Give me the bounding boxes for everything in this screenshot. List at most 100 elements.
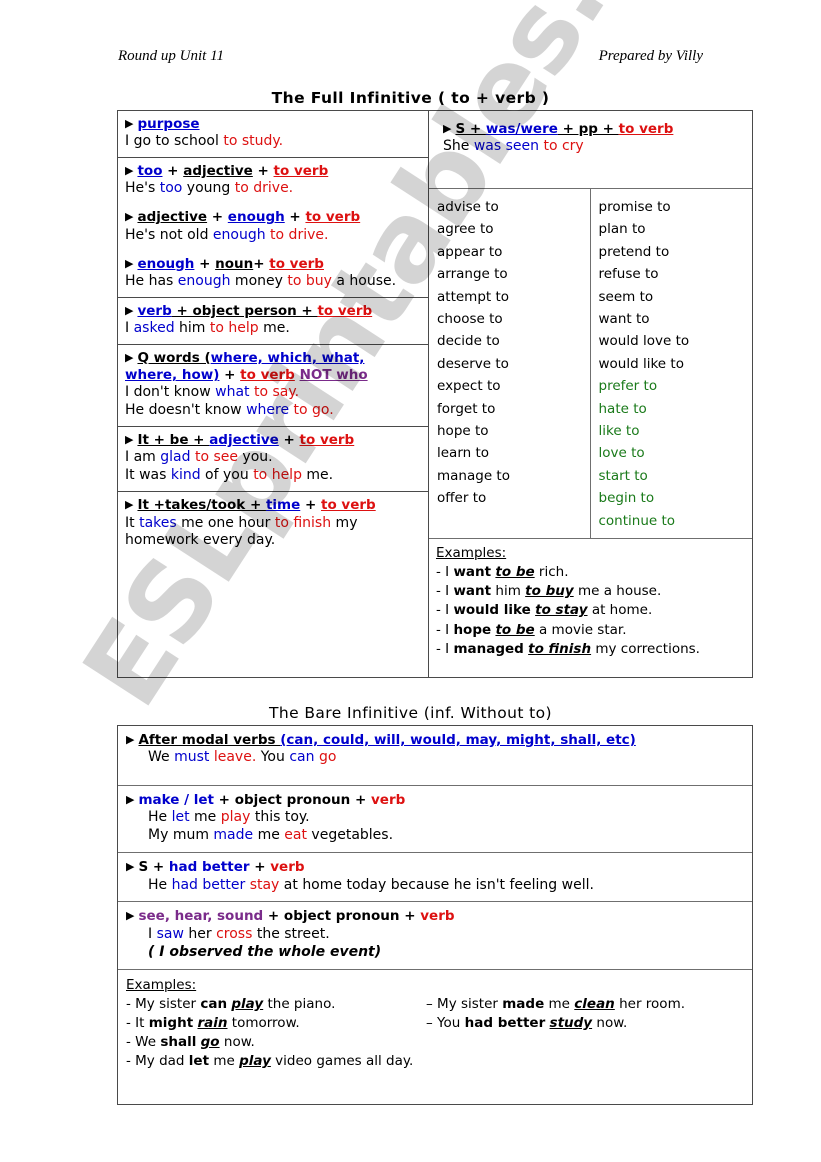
passive-cell-0: ▶ S + was/were + pp + to verb She was seen… (436, 116, 745, 161)
bare-example-item: - My dad let me play video games all day… (126, 1053, 414, 1070)
bullet-triangle-icon: ▶ (126, 733, 135, 746)
header-right-text: Prepared by Villy (598, 48, 703, 64)
header-left-text: Round up Unit 11 (118, 48, 224, 64)
full-left-cell-2: ▶ adjective + enough + to verb He's not ol… (118, 204, 428, 250)
full-left-example-1-0: He's too young to drive. (125, 180, 294, 197)
verb-list-2-item: want to (598, 311, 650, 328)
full-left-rule-text-4: verb + object person + to verb (137, 302, 373, 319)
full-left-cell-6: ▶ It + be + adjective + to verb I am glad … (118, 427, 428, 491)
verb-list-2-item: promise to (598, 199, 671, 215)
full-infinitive-left-column: ▶ purpose I go to school to study. ▶ too + a… (118, 111, 429, 677)
verb-list-1-item: arrange to (437, 266, 508, 283)
verb-list-2-item: seem to (598, 288, 654, 305)
bare-example-3-1: ( I observed the whole event) (148, 943, 382, 960)
full-left-example-6-1: It was kind of you to help me. (125, 467, 334, 484)
full-left-cell-3: ▶ enough + noun+ to verb He has enough mon… (118, 251, 428, 297)
full-left-example-5-1: He doesn't know where to go. (125, 402, 334, 419)
full-example-item: - I managed to finish my corrections. (436, 640, 700, 657)
bare-examples-cell: Examples: - My sister can play the piano.… (118, 970, 752, 1105)
full-left-rule-text-6: It + be + adjective + to verb (137, 432, 355, 449)
verb-list-2-item: prefer to (598, 378, 658, 395)
full-infinitive-right-column: ▶ S + was/were + pp + to verb She was seen… (429, 111, 752, 677)
bare-rule-1: ▶ make / let + object pronoun + verb (126, 792, 744, 809)
full-left-cell-7: ▶ It +takes/took + time + to verb It takes… (118, 492, 428, 556)
verb-list-1-item: decide to (437, 333, 500, 350)
bare-rule-cell-2: ▶ S + had better + verb He had better stay… (118, 853, 752, 903)
full-left-rule-4: ▶ verb + object person + to verb (125, 303, 421, 320)
verb-list-2-item: would like to (598, 355, 684, 372)
page-header: Round up Unit 11 Prepared by Villy (118, 48, 703, 65)
full-infinitive-examples-cell: Examples: - I want to be rich. - I want hi… (429, 539, 752, 665)
full-example-item: - I want to be rich. (436, 564, 569, 581)
full-left-cell-4: ▶ verb + object person + to verb I asked h… (118, 298, 428, 344)
full-examples-heading: Examples: (436, 545, 507, 561)
full-left-cell-5: ▶ Q words (where, which, what, where, how)… (118, 345, 428, 426)
bullet-triangle-icon: ▶ (126, 860, 135, 874)
full-left-rule-7: ▶ It +takes/took + time + to verb (125, 497, 421, 514)
full-left-example-0-0: I go to school to study. (125, 133, 284, 150)
full-left-rule-5: ▶ Q words (where, which, what, where, how)… (125, 350, 421, 385)
full-left-example-3-0: He has enough money to buy a house. (125, 272, 397, 289)
full-left-rule-1: ▶ too + adjective + to verb (125, 163, 421, 180)
verb-list-cell: advise to agree to appear to arrange to atte… (429, 189, 752, 539)
verb-list-2-item: love to (598, 445, 645, 462)
bullet-triangle-icon: ▶ (125, 256, 134, 270)
bare-example-item: - My sister can play the piano. (126, 995, 336, 1012)
full-left-example-2-0: He's not old enough to drive. (125, 226, 329, 243)
bare-examples-column-1: - My sister can play the piano. - It migh… (126, 995, 426, 1072)
full-left-rule-text-2: adjective + enough + to verb (137, 209, 361, 226)
passive-rule-0: ▶ S + was/were + pp + to verb (443, 121, 738, 138)
verb-list-2-item: like to (598, 423, 640, 440)
full-left-example-4-0: I asked him to help me. (125, 319, 290, 336)
bare-infinitive-cell-stack: ▶ After modal verbs (can, could, will, wo… (118, 726, 752, 1104)
full-left-rule-text-3: enough + noun+ to verb (137, 255, 324, 272)
bare-example-item: – My sister made me clean her room. (426, 995, 686, 1012)
full-left-rule-2: ▶ adjective + enough + to verb (125, 209, 421, 226)
verb-list-1-item: learn to (437, 445, 490, 462)
full-rule-group-3: ▶ Q words (where, which, what, where, how)… (118, 345, 428, 428)
bare-rule-3: ▶ see, hear, sound + object pronoun + ver… (126, 908, 744, 925)
bare-example-item: - We shall go now. (126, 1033, 255, 1050)
verb-list-2-item: pretend to (598, 243, 670, 260)
passive-rule-text-0: S + was/were + pp + to verb (455, 121, 674, 137)
verb-list-1-item: choose to (437, 311, 503, 328)
bullet-triangle-icon: ▶ (125, 433, 134, 447)
bare-example-item: - It might rain tomorrow. (126, 1014, 300, 1031)
full-left-rule-text-1: too + adjective + to verb (137, 163, 329, 180)
full-left-rule-text-7: It +takes/took + time + to verb (137, 497, 376, 514)
verb-list-1-item: advise to (437, 199, 499, 215)
verb-list-1-item: agree to (437, 221, 494, 238)
full-left-cell-0: ▶ purpose I go to school to study. (118, 111, 428, 157)
bare-rule-text-1: make / let + object pronoun + verb (138, 792, 406, 809)
bare-example-1-0: He let me play this toy. (148, 809, 310, 826)
full-rule-group-2: ▶ verb + object person + to verb I asked h… (118, 298, 428, 345)
full-left-example-6-0: I am glad to see you. (125, 449, 273, 466)
verb-list-2-item: begin to (598, 490, 655, 507)
verb-list-1-item: deserve to (437, 355, 509, 372)
verb-list-1-item: manage to (437, 467, 510, 484)
bare-rule-cell-0: ▶ After modal verbs (can, could, will, wo… (118, 726, 752, 787)
bare-example-0-0: We must leave. You can go (148, 749, 337, 766)
bare-rule-text-0: After modal verbs (can, could, will, wou… (138, 732, 636, 748)
full-rule-group-0: ▶ purpose I go to school to study. (118, 111, 428, 159)
bullet-triangle-icon: ▶ (125, 303, 134, 317)
bullet-triangle-icon: ▶ (126, 793, 135, 807)
verb-list-2-item: would love to (598, 333, 690, 350)
passive-infinitive-cell: ▶ S + was/were + pp + to verb She was seen… (429, 111, 752, 189)
bullet-triangle-icon: ▶ (125, 164, 134, 178)
bullet-triangle-icon: ▶ (443, 122, 452, 135)
bare-infinitive-table: ▶ After modal verbs (can, could, will, wo… (117, 725, 753, 1105)
bare-rule-0: ▶ After modal verbs (can, could, will, wo… (126, 732, 744, 749)
verb-list-2-item: hate to (598, 400, 647, 417)
bare-examples-heading: Examples: (126, 976, 197, 993)
verb-list-2-item: refuse to (598, 266, 659, 283)
bare-examples-column-2: – My sister made me clean her room. – You… (426, 995, 685, 1072)
verb-list-1-item: offer to (437, 490, 487, 507)
full-left-rule-text-5: Q words (where, which, what, where, how) … (125, 349, 368, 384)
verb-list-column-1: advise to agree to appear to arrange to atte… (429, 189, 591, 538)
verb-list-2-item: continue to (598, 512, 676, 529)
bullet-triangle-icon: ▶ (125, 210, 134, 224)
passive-example-0-0: She was seen to cry (443, 138, 584, 155)
verb-list-1-item: expect to (437, 378, 501, 395)
full-left-cell-1: ▶ too + adjective + to verb He's too young… (118, 158, 428, 204)
